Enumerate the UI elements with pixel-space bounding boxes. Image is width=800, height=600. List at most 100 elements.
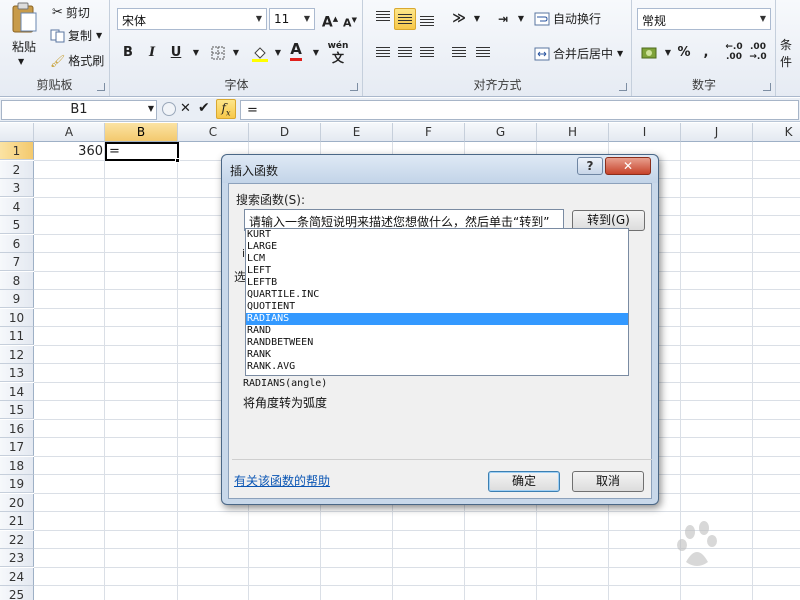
column-header-c[interactable]: C xyxy=(178,123,249,142)
increase-indent-button[interactable] xyxy=(472,42,494,64)
row-header-4[interactable]: 4 xyxy=(0,197,34,216)
align-right-button[interactable] xyxy=(416,42,438,64)
chevron-down-icon[interactable]: ▼ xyxy=(300,9,314,29)
chevron-down-icon[interactable]: ▼ xyxy=(252,9,266,29)
number-format-combo[interactable]: 常规 ▼ xyxy=(637,8,771,30)
font-color-dropdown[interactable]: ▼ xyxy=(305,42,327,64)
row-header-5[interactable]: 5 xyxy=(0,216,34,234)
function-list-item[interactable]: LEFT xyxy=(246,265,628,277)
function-list-item[interactable]: QUOTIENT xyxy=(246,301,628,313)
column-header-d[interactable]: D xyxy=(249,123,321,142)
merge-center-button[interactable]: 合并后居中 ▼ xyxy=(534,45,623,62)
row-header-22[interactable]: 22 xyxy=(0,530,34,549)
cancel-button[interactable]: 取消 xyxy=(572,471,644,492)
row-header-20[interactable]: 20 xyxy=(0,493,34,512)
row-header-12[interactable]: 12 xyxy=(0,345,34,364)
row-header-15[interactable]: 15 xyxy=(0,401,34,419)
align-top-button[interactable] xyxy=(372,8,394,30)
dialog-titlebar[interactable]: 插入函数 ? ✕ xyxy=(222,155,658,183)
scroll-down-button[interactable]: ▼ xyxy=(628,359,629,375)
insert-function-button[interactable]: fx xyxy=(216,99,236,119)
paste-button[interactable]: 粘贴 xyxy=(6,2,42,55)
row-header-8[interactable]: 8 xyxy=(0,271,34,290)
bold-button[interactable]: B xyxy=(117,42,139,64)
row-header-21[interactable]: 21 xyxy=(0,512,34,530)
phonetic-button[interactable]: wén 文 xyxy=(325,40,351,64)
align-bottom-button[interactable] xyxy=(416,8,438,30)
dialog-help-button[interactable]: ? xyxy=(577,157,603,175)
column-header-j[interactable]: J xyxy=(681,123,753,142)
cancel-entry-button[interactable]: ✕ xyxy=(180,101,191,116)
column-header-i[interactable]: I xyxy=(609,123,681,142)
column-header-k[interactable]: K xyxy=(753,123,800,142)
align-middle-button[interactable] xyxy=(394,8,416,30)
name-box[interactable]: B1 ▼ xyxy=(1,100,157,120)
row-header-13[interactable]: 13 xyxy=(0,364,34,382)
list-scrollbar[interactable]: ▲ ▼ xyxy=(628,229,629,375)
scroll-up-button[interactable]: ▲ xyxy=(628,287,629,303)
shrink-font-button[interactable]: A▼ xyxy=(339,9,361,31)
row-header-6[interactable]: 6 xyxy=(0,234,34,253)
function-list-item[interactable]: RAND xyxy=(246,325,628,337)
percent-button[interactable]: % xyxy=(673,42,695,64)
row-header-7[interactable]: 7 xyxy=(0,253,34,271)
row-header-18[interactable]: 18 xyxy=(0,456,34,475)
font-size-combo[interactable]: 11 ▼ xyxy=(269,8,315,30)
row-header-1[interactable]: 1 xyxy=(0,142,34,160)
row-header-24[interactable]: 24 xyxy=(0,567,34,586)
font-color-button[interactable]: A xyxy=(285,40,307,62)
clipboard-launcher[interactable] xyxy=(97,83,105,91)
function-list-item[interactable]: RADIANS xyxy=(246,313,628,325)
fill-handle[interactable] xyxy=(175,158,180,163)
grow-font-button[interactable]: A▲ xyxy=(319,8,341,31)
orientation-dropdown[interactable]: ▼ xyxy=(466,8,488,30)
align-left-button[interactable] xyxy=(372,42,394,64)
increase-decimal-button[interactable]: ←.0.00 xyxy=(723,42,745,64)
copy-button[interactable]: 复制 ▼ xyxy=(50,27,102,44)
row-header-10[interactable]: 10 xyxy=(0,308,34,327)
format-painter-button[interactable]: 🖌 格式刷 xyxy=(50,52,104,69)
function-list-item[interactable]: RANK xyxy=(246,349,628,361)
function-list-item[interactable]: LCM xyxy=(246,253,628,265)
select-all-corner[interactable] xyxy=(0,123,34,142)
row-header-3[interactable]: 3 xyxy=(0,179,34,197)
column-header-a[interactable]: A xyxy=(34,123,105,142)
confirm-entry-button[interactable]: ✔ xyxy=(198,100,210,116)
function-list-item[interactable]: RANDBETWEEN xyxy=(246,337,628,349)
function-list-item[interactable]: QUARTILE.INC xyxy=(246,289,628,301)
cut-button[interactable]: ✂ 剪切 xyxy=(52,4,90,21)
row-header-25[interactable]: 25 xyxy=(0,586,34,600)
row-header-17[interactable]: 17 xyxy=(0,438,34,456)
rtl-dropdown[interactable]: ▼ xyxy=(510,8,532,30)
column-header-h[interactable]: H xyxy=(537,123,609,142)
paste-dropdown[interactable]: ▼ xyxy=(18,57,24,66)
column-header-g[interactable]: G xyxy=(465,123,537,142)
decrease-indent-button[interactable] xyxy=(448,42,470,64)
row-header-11[interactable]: 11 xyxy=(0,327,34,345)
row-header-2[interactable]: 2 xyxy=(0,160,34,179)
chevron-down-icon[interactable]: ▼ xyxy=(756,9,770,29)
wrap-text-button[interactable]: 自动换行 xyxy=(534,10,601,27)
row-header-23[interactable]: 23 xyxy=(0,549,34,567)
cell-a1[interactable]: 360 xyxy=(34,143,103,161)
comma-button[interactable]: , xyxy=(695,42,717,64)
decrease-decimal-button[interactable]: .00 →.0 xyxy=(747,42,769,64)
function-list-item[interactable]: LARGE xyxy=(246,241,628,253)
formula-input[interactable]: = xyxy=(240,100,799,120)
formula-bar-handle[interactable] xyxy=(162,102,176,116)
ok-button[interactable]: 确定 xyxy=(488,471,560,492)
function-list-item[interactable]: LEFTB xyxy=(246,277,628,289)
row-header-14[interactable]: 14 xyxy=(0,382,34,401)
chevron-down-icon[interactable]: ▼ xyxy=(148,104,154,113)
function-list-item[interactable]: RANK.AVG xyxy=(246,361,628,373)
align-center-button[interactable] xyxy=(394,42,416,64)
row-header-19[interactable]: 19 xyxy=(0,475,34,493)
underline-dropdown[interactable]: ▼ xyxy=(185,42,207,64)
row-header-9[interactable]: 9 xyxy=(0,290,34,308)
number-launcher[interactable] xyxy=(763,83,771,91)
border-dropdown[interactable]: ▼ xyxy=(225,42,247,64)
underline-button[interactable]: U xyxy=(165,42,187,64)
column-header-b[interactable]: B xyxy=(105,123,178,142)
row-header-16[interactable]: 16 xyxy=(0,419,34,438)
conditional-format-button[interactable]: 条件 xyxy=(780,36,800,70)
